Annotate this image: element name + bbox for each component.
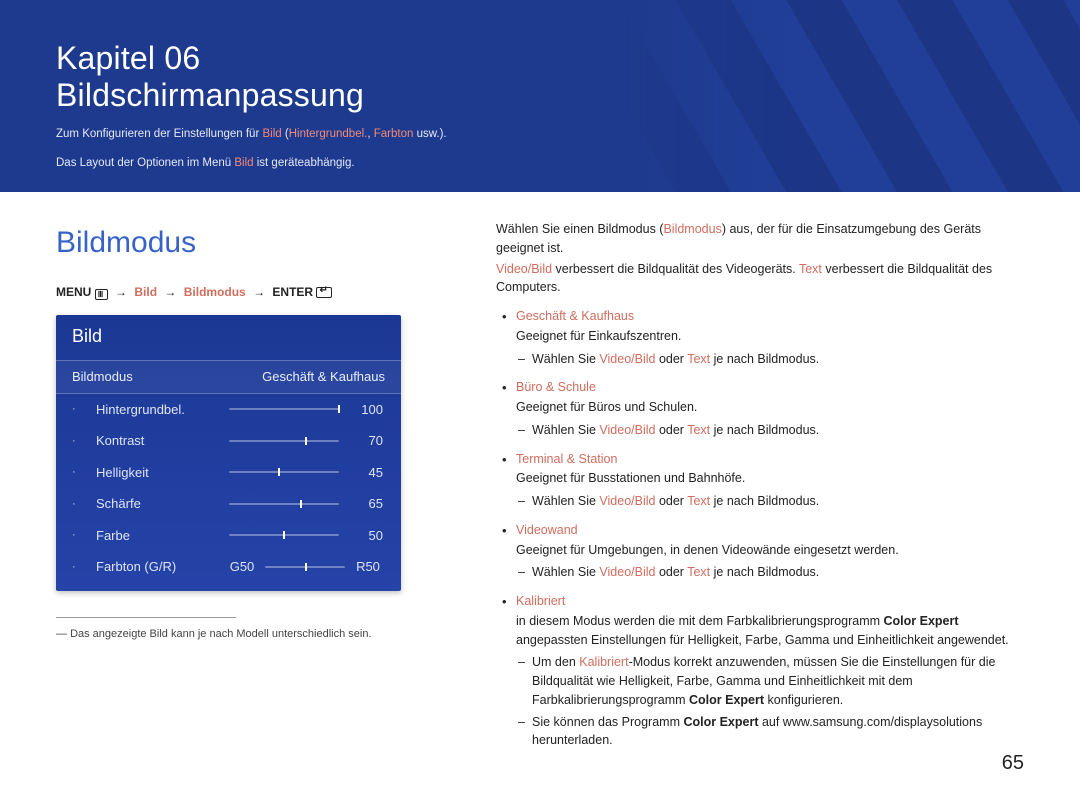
chapter-heading: Kapitel 06 Bildschirmanpassung — [56, 40, 1024, 114]
osd-row: · Helligkeit 45 — [56, 457, 401, 489]
arrow-icon: → — [164, 285, 176, 299]
mode-title: Terminal & Station — [516, 452, 617, 466]
mode-sub-item: Wählen Sie Video/Bild oder Text je nach … — [516, 421, 1024, 440]
menu-path: MENU → Bild → Bildmodus → ENTER — [56, 283, 456, 301]
body-grid: Bildmodus MENU → Bild → Bildmodus → ENTE… — [0, 192, 1080, 760]
footnote-rule — [56, 617, 236, 618]
osd-panel: Bild Bildmodus Geschäft & Kaufhaus · Hint… — [56, 315, 401, 591]
mode-sublist: Um den Kalibriert-Modus korrekt anzuwend… — [516, 653, 1024, 750]
osd-row-farbton: · Farbton (G/R) G50 R50 — [56, 551, 401, 583]
slider-thumb — [305, 437, 307, 445]
osd-row-label: Helligkeit — [96, 463, 223, 483]
page: Kapitel 06 Bildschirmanpassung Zum Konfi… — [0, 0, 1080, 800]
bullet-icon: · — [72, 559, 90, 576]
mode-item: Geschäft & Kaufhaus Geeignet für Einkaufs… — [496, 307, 1024, 368]
left-column: Bildmodus MENU → Bild → Bildmodus → ENTE… — [56, 220, 456, 760]
osd-rows: · Hintergrundbel. 100 · Kontrast 70 · Helligkei… — [56, 394, 401, 552]
mode-sublist: Wählen Sie Video/Bild oder Text je nach … — [516, 350, 1024, 369]
hero-content: Kapitel 06 Bildschirmanpassung Zum Konfi… — [0, 0, 1080, 172]
osd-row-value: 70 — [345, 431, 385, 451]
section-title: Bildmodus — [56, 220, 456, 265]
mode-sublist: Wählen Sie Video/Bild oder Text je nach … — [516, 421, 1024, 440]
slider-track — [229, 534, 339, 536]
slider-track — [229, 440, 339, 442]
mode-sub-item: Wählen Sie Video/Bild oder Text je nach … — [516, 563, 1024, 582]
osd-row-label: Schärfe — [96, 494, 223, 514]
menu-label: MENU — [56, 285, 91, 299]
footnote: Das angezeigte Bild kann je nach Modell … — [56, 626, 456, 643]
bullet-icon: · — [72, 496, 90, 513]
enter-icon — [316, 287, 332, 298]
mode-title: Geschäft & Kaufhaus — [516, 309, 634, 323]
arrow-icon: → — [253, 285, 265, 299]
mode-item: Kalibriert in diesem Modus werden die mit… — [496, 592, 1024, 750]
chapter-title: Bildschirmanpassung — [56, 77, 364, 113]
mode-desc: Geeignet für Umgebungen, in denen Videow… — [516, 541, 1024, 560]
slider-thumb — [278, 468, 280, 476]
page-number: 65 — [1002, 748, 1024, 778]
mode-item: Terminal & Station Geeignet für Busstatio… — [496, 450, 1024, 511]
right-column: Wählen Sie einen Bildmodus (Bildmodus) a… — [496, 220, 1024, 760]
slider-thumb — [305, 563, 307, 571]
mode-title: Kalibriert — [516, 594, 565, 608]
menu-path-step: Bild — [134, 285, 157, 299]
arrow-icon: → — [115, 285, 127, 299]
slider-thumb — [300, 500, 302, 508]
osd-panel-title: Bild — [56, 315, 401, 360]
osd-row-value: 45 — [345, 463, 385, 483]
osd-row: · Farbe 50 — [56, 520, 401, 552]
chapter-number: Kapitel 06 — [56, 40, 200, 76]
mode-title: Büro & Schule — [516, 380, 596, 394]
mode-title: Videowand — [516, 523, 578, 537]
intro-line-1: Wählen Sie einen Bildmodus (Bildmodus) a… — [496, 220, 1024, 258]
bullet-icon: · — [72, 527, 90, 544]
osd-sub-right: Geschäft & Kaufhaus — [262, 367, 385, 387]
osd-sub-left: Bildmodus — [72, 367, 133, 387]
osd-row-value: 50 — [345, 526, 385, 546]
mode-desc: Geeignet für Büros und Schulen. — [516, 398, 1024, 417]
slider-track — [229, 503, 339, 505]
mode-desc: Geeignet für Busstationen und Bahnhöfe. — [516, 469, 1024, 488]
mode-desc: Geeignet für Einkaufszentren. — [516, 327, 1024, 346]
modes-list: Geschäft & Kaufhaus Geeignet für Einkaufs… — [496, 307, 1024, 750]
osd-g-value: G50 — [225, 557, 259, 577]
mode-sub-item: Wählen Sie Video/Bild oder Text je nach … — [516, 350, 1024, 369]
osd-row-value: 100 — [345, 400, 385, 420]
slider-track — [229, 471, 339, 473]
mode-item: Büro & Schule Geeignet für Büros und Schu… — [496, 378, 1024, 439]
slider-thumb — [338, 405, 340, 413]
mode-item: Videowand Geeignet für Umgebungen, in den… — [496, 521, 1024, 582]
bullet-icon: · — [72, 464, 90, 481]
intro-line-2: Video/Bild verbessert die Bildqualität d… — [496, 260, 1024, 298]
osd-row: · Hintergrundbel. 100 — [56, 394, 401, 426]
mode-desc: in diesem Modus werden die mit dem Farbk… — [516, 612, 1024, 650]
mode-sub-item: Um den Kalibriert-Modus korrekt anzuwend… — [516, 653, 1024, 709]
osd-row-label: Kontrast — [96, 431, 223, 451]
slider-track — [229, 408, 339, 410]
slider-track — [265, 566, 345, 568]
osd-row: · Kontrast 70 — [56, 425, 401, 457]
bullet-icon: · — [72, 433, 90, 450]
osd-row-value: 65 — [345, 494, 385, 514]
osd-subheader: Bildmodus Geschäft & Kaufhaus — [56, 360, 401, 394]
bullet-icon: · — [72, 401, 90, 418]
osd-row: · Schärfe 65 — [56, 488, 401, 520]
osd-row-label: Farbton (G/R) — [96, 557, 219, 577]
mode-sublist: Wählen Sie Video/Bild oder Text je nach … — [516, 492, 1024, 511]
enter-label: ENTER — [272, 285, 313, 299]
mode-sublist: Wählen Sie Video/Bild oder Text je nach … — [516, 563, 1024, 582]
chapter-hero: Kapitel 06 Bildschirmanpassung Zum Konfi… — [0, 0, 1080, 192]
mode-sub-item: Wählen Sie Video/Bild oder Text je nach … — [516, 492, 1024, 511]
menu-path-step: Bildmodus — [184, 285, 246, 299]
osd-row-label: Hintergrundbel. — [96, 400, 223, 420]
mode-sub-item: Sie können das Programm Color Expert auf… — [516, 713, 1024, 751]
slider-thumb — [283, 531, 285, 539]
osd-row-label: Farbe — [96, 526, 223, 546]
menu-icon — [95, 289, 108, 300]
hero-intro-line-1: Zum Konfigurieren der Einstellungen für … — [56, 126, 1024, 143]
hero-intro-line-2: Das Layout der Optionen im Menü Bild ist… — [56, 155, 1024, 172]
osd-r-value: R50 — [351, 557, 385, 577]
